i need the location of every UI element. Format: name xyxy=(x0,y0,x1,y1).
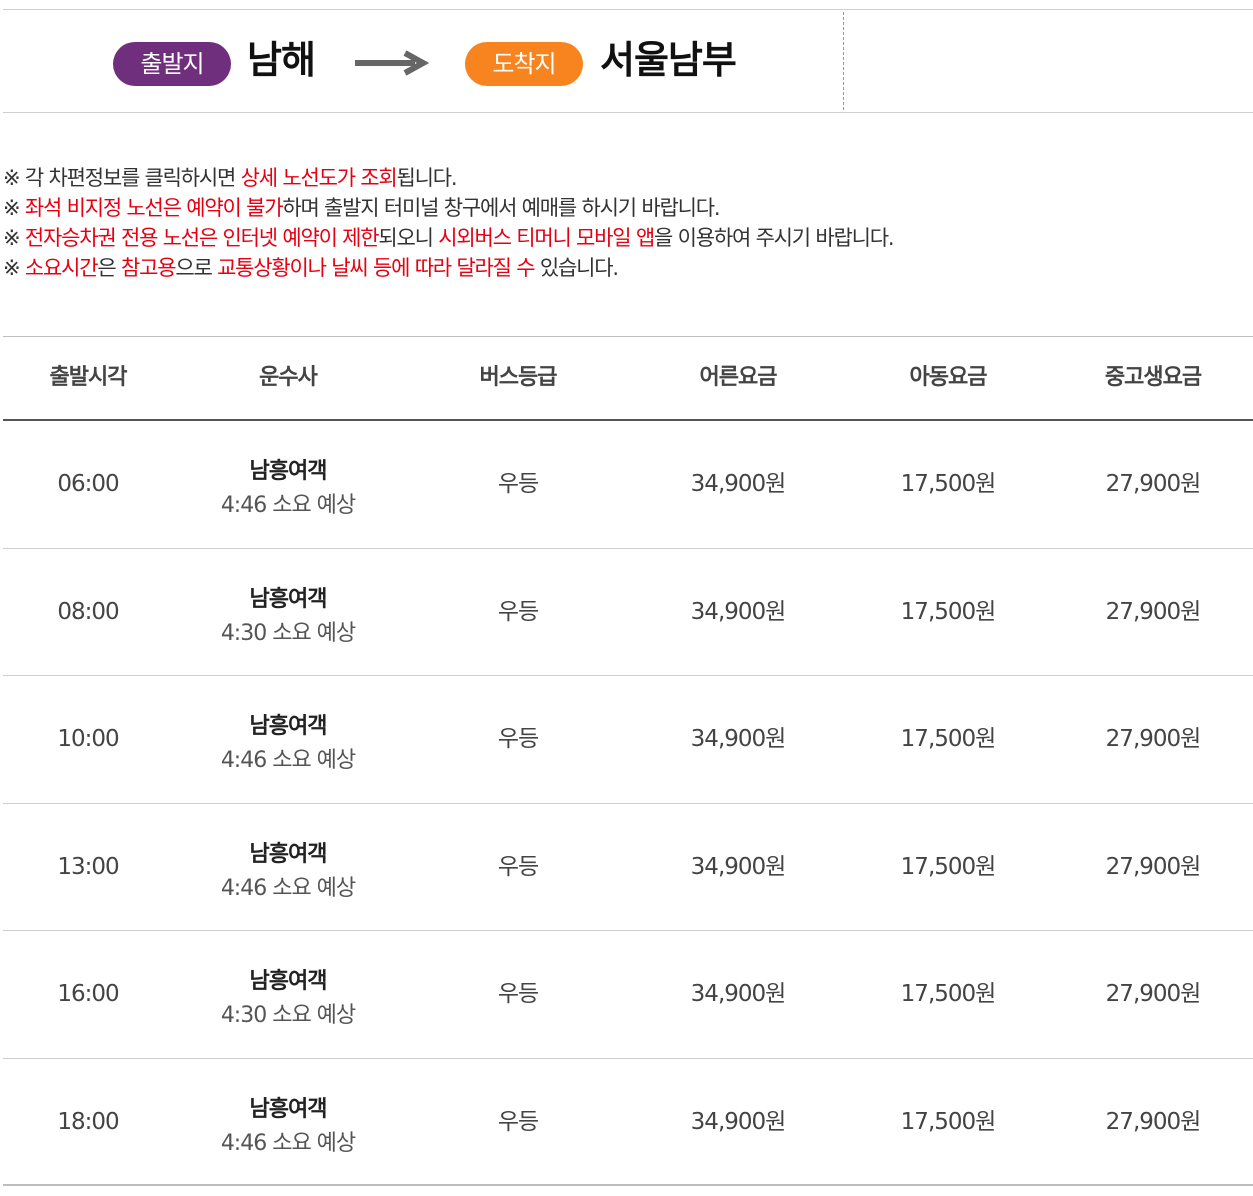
company-cell: 남흥여객 4:46 소요 예상 xyxy=(173,804,403,931)
notice-highlight: 좌석 비지정 노선은 예약이 불가 xyxy=(24,196,284,220)
notice-text: 되오니 xyxy=(378,226,439,250)
company-name: 남흥여객 xyxy=(249,459,328,484)
header-student-fare: 중고생요금 xyxy=(1104,365,1202,390)
arrive-city: 서울남부 xyxy=(600,38,737,82)
adult-fare: 34,900원 xyxy=(690,853,787,880)
notice-text: ※ xyxy=(3,196,25,220)
depart-city: 남해 xyxy=(247,38,316,82)
notice-text: 됩니다. xyxy=(396,166,458,190)
notice-line: ※ 소요시간은 참고용으로 교통상황이나 날씨 등에 따라 달라질 수 있습니다… xyxy=(3,253,1248,283)
notice-text: 하며 출발지 터미널 창구에서 예매를 하시기 바랍니다. xyxy=(282,196,720,220)
estimated-duration: 4:46 소요 예상 xyxy=(220,748,356,773)
notice-highlight: 참고용 xyxy=(120,256,177,280)
bus-grade: 우등 xyxy=(497,981,539,1007)
bus-grade: 우등 xyxy=(497,853,539,880)
notice-highlight: 시외버스 티머니 모바일 앱 xyxy=(438,226,655,250)
notice-line: ※ 전자승차권 전용 노선은 인터넷 예약이 제한되오니 시외버스 티머니 모바… xyxy=(3,223,1248,253)
notice-highlight: 전자승차권 전용 노선은 인터넷 예약이 제한 xyxy=(24,226,380,250)
child-fare: 17,500원 xyxy=(900,981,997,1007)
estimated-duration: 4:46 소요 예상 xyxy=(220,875,356,901)
notice-list: ※ 각 차편정보를 클릭하시면 상세 노선도가 조회됩니다. ※ 좌석 비지정 노… xyxy=(3,163,1248,283)
notice-text: 은 xyxy=(97,256,121,280)
table-row[interactable]: 18:00 남흥여객 4:46 소요 예상 우등 34,900원 17,500원 27,90… xyxy=(3,1059,1253,1186)
bus-grade: 우등 xyxy=(497,1108,539,1135)
header-bus-grade: 버스등급 xyxy=(479,365,558,390)
student-fare: 27,900원 xyxy=(1105,981,1202,1007)
notice-text: ※ xyxy=(3,226,25,250)
company-name: 남흥여객 xyxy=(249,586,328,612)
bus-grade: 우등 xyxy=(497,598,539,625)
header-adult-fare: 어른요금 xyxy=(699,365,778,390)
company-cell: 남흥여객 4:46 소요 예상 xyxy=(173,676,403,803)
route-divider xyxy=(843,12,844,110)
adult-fare: 34,900원 xyxy=(690,981,787,1007)
company-name: 남흥여객 xyxy=(249,1096,328,1122)
table-body: 06:00 남흥여객 4:46 소요 예상 우등 34,900원 17,500원 27,90… xyxy=(3,421,1253,1186)
notice-highlight: 교통상황이나 날씨 등에 따라 달라질 수 xyxy=(217,256,535,280)
student-fare: 27,900원 xyxy=(1105,598,1202,625)
notice-text: 을 이용하여 주시기 바랍니다. xyxy=(654,226,895,250)
notice-line: ※ 각 차편정보를 클릭하시면 상세 노선도가 조회됩니다. xyxy=(3,163,1248,193)
table-row[interactable]: 10:00 남흥여객 4:46 소요 예상 우등 34,900원 17,500원 27,90… xyxy=(3,676,1253,804)
departure-time: 16:00 xyxy=(57,981,119,1007)
departure-time: 06:00 xyxy=(57,471,119,497)
adult-fare: 34,900원 xyxy=(690,598,787,625)
route-header: 출발지 남해 도착지 서울남부 xyxy=(3,9,1253,113)
child-fare: 17,500원 xyxy=(900,598,997,625)
company-name: 남흥여객 xyxy=(249,841,328,867)
table-row[interactable]: 08:00 남흥여객 4:30 소요 예상 우등 34,900원 17,500원 27,90… xyxy=(3,549,1253,676)
adult-fare: 34,900원 xyxy=(690,471,787,497)
departure-time: 18:00 xyxy=(57,1108,119,1135)
table-row[interactable]: 16:00 남흥여객 4:30 소요 예상 우등 34,900원 17,500원 27,90… xyxy=(3,931,1253,1059)
departure-time: 10:00 xyxy=(57,726,119,752)
student-fare: 27,900원 xyxy=(1105,471,1202,497)
child-fare: 17,500원 xyxy=(900,853,997,880)
timetable: 출발시각 운수사 버스등급 어른요금 아동요금 중고생요금 06:00 남흥여객 4… xyxy=(3,336,1253,1186)
notice-text: ※ xyxy=(3,256,25,280)
arrive-badge: 도착지 xyxy=(465,42,583,86)
company-name: 남흥여객 xyxy=(249,969,328,994)
table-row[interactable]: 13:00 남흥여객 4:46 소요 예상 우등 34,900원 17,500원 27,90… xyxy=(3,804,1253,931)
estimated-duration: 4:46 소요 예상 xyxy=(220,1130,356,1156)
student-fare: 27,900원 xyxy=(1105,726,1202,752)
estimated-duration: 4:30 소요 예상 xyxy=(220,1003,356,1028)
bus-grade: 우등 xyxy=(497,471,539,497)
child-fare: 17,500원 xyxy=(900,1108,997,1135)
departure-time: 13:00 xyxy=(57,853,119,880)
student-fare: 27,900원 xyxy=(1105,1108,1202,1135)
notice-highlight: 상세 노선도가 조회 xyxy=(240,166,398,190)
header-company: 운수사 xyxy=(259,365,318,390)
student-fare: 27,900원 xyxy=(1105,853,1202,880)
table-header: 출발시각 운수사 버스등급 어른요금 아동요금 중고생요금 xyxy=(3,337,1253,421)
header-child-fare: 아동요금 xyxy=(909,365,988,390)
company-name: 남흥여객 xyxy=(249,714,328,739)
bus-grade: 우등 xyxy=(497,726,539,752)
estimated-duration: 4:30 소요 예상 xyxy=(220,620,356,646)
child-fare: 17,500원 xyxy=(900,726,997,752)
child-fare: 17,500원 xyxy=(900,471,997,497)
timetable-page: 출발지 남해 도착지 서울남부 ※ 각 차편정보를 클릭하시면 상세 노선도가 … xyxy=(0,0,1253,1196)
company-cell: 남흥여객 4:46 소요 예상 xyxy=(173,421,403,548)
table-row[interactable]: 06:00 남흥여객 4:46 소요 예상 우등 34,900원 17,500원 27,90… xyxy=(3,421,1253,549)
company-cell: 남흥여객 4:46 소요 예상 xyxy=(173,1059,403,1186)
adult-fare: 34,900원 xyxy=(690,726,787,752)
notice-highlight: 소요시간 xyxy=(24,256,99,280)
notice-text: 으로 xyxy=(175,256,218,280)
header-departure-time: 출발시각 xyxy=(49,365,128,390)
departure-time: 08:00 xyxy=(57,598,119,625)
notice-text: 있습니다. xyxy=(534,256,619,280)
notice-text: ※ 각 차편정보를 클릭하시면 xyxy=(3,166,241,190)
notice-line: ※ 좌석 비지정 노선은 예약이 불가하며 출발지 터미널 창구에서 예매를 하… xyxy=(3,193,1248,223)
company-cell: 남흥여객 4:30 소요 예상 xyxy=(173,931,403,1058)
company-cell: 남흥여객 4:30 소요 예상 xyxy=(173,549,403,676)
estimated-duration: 4:46 소요 예상 xyxy=(220,493,356,518)
depart-badge: 출발지 xyxy=(113,42,231,86)
adult-fare: 34,900원 xyxy=(690,1108,787,1135)
arrow-right-icon xyxy=(355,50,429,76)
